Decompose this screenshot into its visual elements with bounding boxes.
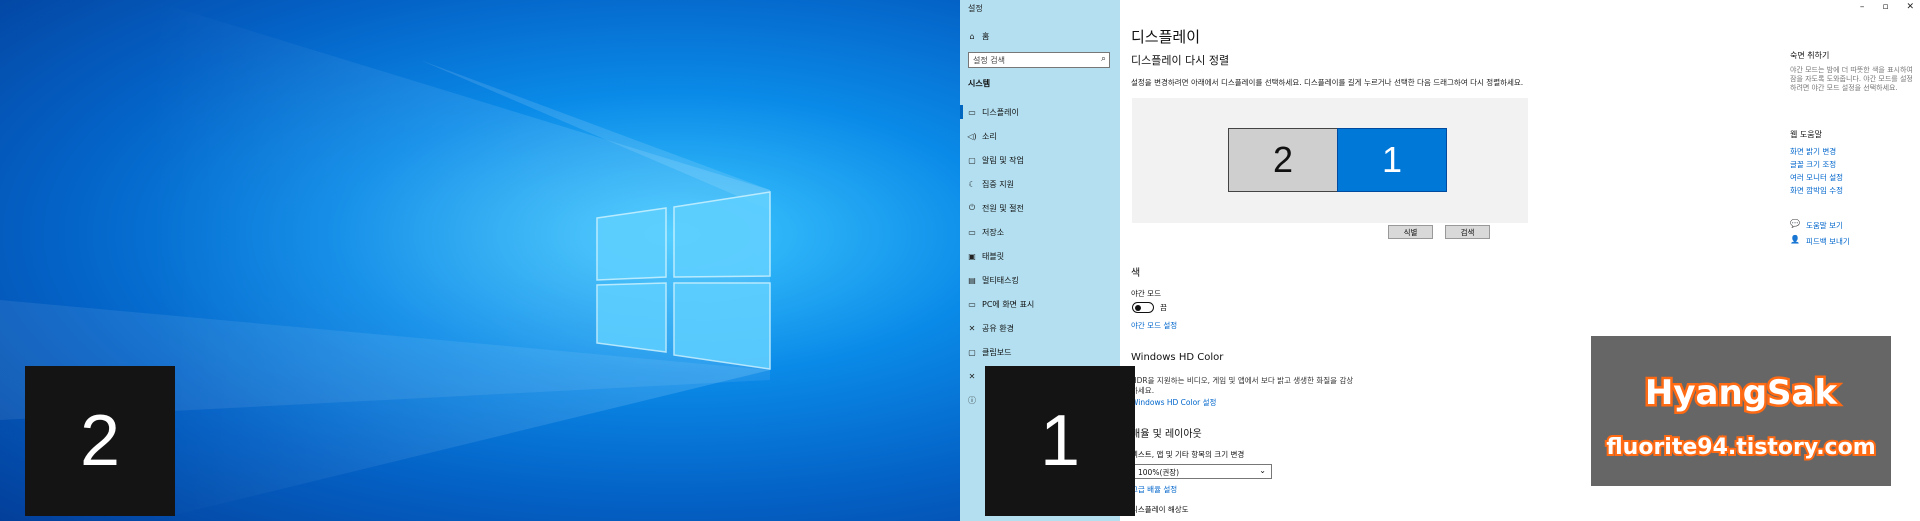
sidebar-item-focus[interactable]: ☾ 집중 지원 — [966, 177, 1014, 191]
clipboard-icon: ▢ — [968, 347, 976, 357]
night-mode-state: 끔 — [1160, 303, 1167, 312]
scale-heading: 배율 및 레이아웃 — [1131, 429, 1202, 440]
sidebar-item-home[interactable]: ⌂ 홈 — [966, 29, 989, 43]
advanced-scale-link[interactable]: 고급 배율 설정 — [1131, 484, 1177, 495]
help-link-multi-monitor[interactable]: 여러 모니터 설정 — [1790, 172, 1843, 183]
night-mode-settings-link[interactable]: 야간 모드 설정 — [1131, 320, 1177, 331]
watermark-logo: HyangSak fluorite94.tistory.com — [1604, 371, 1877, 463]
scale-label: 텍스트, 앱 및 기타 항목의 크기 변경 — [1131, 450, 1245, 459]
night-tip-text: 야간 모드는 밤에 더 따뜻한 색을 표시하여 잠을 자도록 도와줍니다. 야간… — [1790, 66, 1913, 92]
color-heading: 색 — [1131, 268, 1141, 279]
share-icon: ✕ — [968, 323, 976, 333]
sidebar-item-label: 클립보드 — [982, 347, 1012, 357]
storage-icon: ▭ — [968, 227, 976, 237]
sidebar-item-label: 태블릿 — [982, 251, 1005, 261]
scale-value: 100%(권장) — [1138, 468, 1180, 477]
display-identifier-2: 2 — [25, 366, 175, 516]
monitor-1-tile[interactable]: 1 — [1337, 128, 1447, 192]
remote-icon: ✕ — [968, 371, 976, 381]
sound-icon: ◁) — [967, 131, 977, 141]
watermark: HyangSak fluorite94.tistory.com — [1591, 336, 1891, 486]
sidebar-item-label: 알림 및 작업 — [982, 155, 1024, 165]
sidebar-item-sound[interactable]: ◁) 소리 — [966, 129, 997, 143]
sidebar-item-power[interactable]: ⏻ 전원 및 절전 — [966, 201, 1024, 215]
night-mode-label: 야간 모드 — [1131, 289, 1161, 298]
display-icon: ▭ — [968, 107, 976, 117]
help-link-font-size[interactable]: 글꼴 크기 조정 — [1790, 159, 1836, 170]
hdr-heading: Windows HD Color — [1131, 352, 1224, 363]
power-icon: ⏻ — [968, 203, 976, 212]
detect-button[interactable]: 검색 — [1445, 225, 1490, 239]
sidebar-item-project[interactable]: ▭ PC에 화면 표시 — [966, 297, 1034, 311]
sidebar-item-storage[interactable]: ▭ 저장소 — [966, 225, 1004, 239]
sidebar-item-multitasking[interactable]: ▤ 멀티태스킹 — [966, 273, 1019, 287]
help-icon: 💬 — [1790, 219, 1800, 228]
night-tip-title: 숙면 취하기 — [1790, 51, 1830, 60]
sidebar-item-clipboard[interactable]: ▢ 클립보드 — [966, 345, 1011, 359]
notification-icon: ▢ — [968, 155, 976, 165]
display-identifier-1: 1 — [985, 366, 1135, 516]
resolution-label: 디스플레이 해상도 — [1131, 505, 1189, 514]
rearrange-heading: 디스플레이 다시 정렬 — [1131, 54, 1230, 67]
display-arrangement: 2 1 — [1132, 98, 1528, 223]
rearrange-description: 설정을 변경하려면 아래에서 디스플레이를 선택하세요. 디스플레이를 길게 누… — [1131, 78, 1524, 87]
home-icon: ⌂ — [969, 31, 975, 41]
sidebar-item-share[interactable]: ✕ 공유 환경 — [966, 321, 1014, 335]
scale-dropdown[interactable]: 100%(권장) ⌄ — [1132, 464, 1272, 479]
tablet-icon: ▣ — [968, 251, 976, 261]
active-indicator — [960, 105, 963, 119]
project-icon: ▭ — [968, 299, 976, 309]
window-title: 설정 — [968, 4, 983, 13]
sidebar-item-label: 디스플레이 — [982, 107, 1019, 117]
feedback-icon: 👤 — [1790, 235, 1800, 244]
search-input[interactable]: 설정 검색 ⌕ — [968, 52, 1110, 68]
sidebar-item-label: PC에 화면 표시 — [982, 299, 1035, 309]
get-help-link[interactable]: 도움말 보기 — [1806, 220, 1843, 231]
info-icon: ⓘ — [968, 395, 976, 405]
focus-icon: ☾ — [968, 179, 976, 189]
chevron-down-icon: ⌄ — [1259, 466, 1266, 475]
watermark-name: HyangSak — [1645, 373, 1839, 413]
identify-button[interactable]: 식별 — [1388, 225, 1433, 239]
search-placeholder: 설정 검색 — [973, 56, 1005, 65]
sidebar-item-remote[interactable]: ✕ — [966, 369, 982, 383]
hdr-settings-link[interactable]: Windows HD Color 설정 — [1131, 397, 1216, 408]
sidebar-item-label: 저장소 — [982, 227, 1005, 237]
sidebar-item-label: 전원 및 절전 — [982, 203, 1024, 213]
night-mode-toggle[interactable] — [1132, 302, 1154, 313]
feedback-link[interactable]: 피드백 보내기 — [1806, 236, 1850, 247]
sidebar-item-label: 집중 지원 — [982, 179, 1014, 189]
page-title: 디스플레이 — [1131, 28, 1201, 46]
multitasking-icon: ▤ — [968, 275, 976, 285]
sidebar-item-label: 멀티태스킹 — [982, 275, 1019, 285]
hdr-description-1: HDR을 지원하는 비디오, 게임 및 앱에서 보다 밝고 생생한 화질을 감상 — [1131, 376, 1354, 385]
sidebar-item-label: 공유 환경 — [982, 323, 1014, 333]
monitor-2-tile[interactable]: 2 — [1228, 128, 1338, 192]
search-icon[interactable]: ⌕ — [1101, 54, 1106, 64]
sidebar-item-tablet[interactable]: ▣ 태블릿 — [966, 249, 1004, 263]
sidebar-item-label: 홈 — [982, 31, 990, 41]
sidebar-item-display[interactable]: ▭ 디스플레이 — [966, 105, 1019, 119]
sidebar-item-notifications[interactable]: ▢ 알림 및 작업 — [966, 153, 1024, 167]
watermark-url: fluorite94.tistory.com — [1606, 435, 1875, 460]
sidebar-section-title: 시스템 — [968, 79, 991, 88]
sidebar-item-about[interactable]: ⓘ — [966, 393, 982, 407]
desktop-2: 2 — [0, 0, 960, 521]
web-help-title: 웹 도움말 — [1790, 130, 1822, 139]
help-link-flicker[interactable]: 화면 깜박임 수정 — [1790, 185, 1843, 196]
help-link-brightness[interactable]: 화면 밝기 변경 — [1790, 146, 1836, 157]
sidebar-item-label: 소리 — [982, 131, 997, 141]
